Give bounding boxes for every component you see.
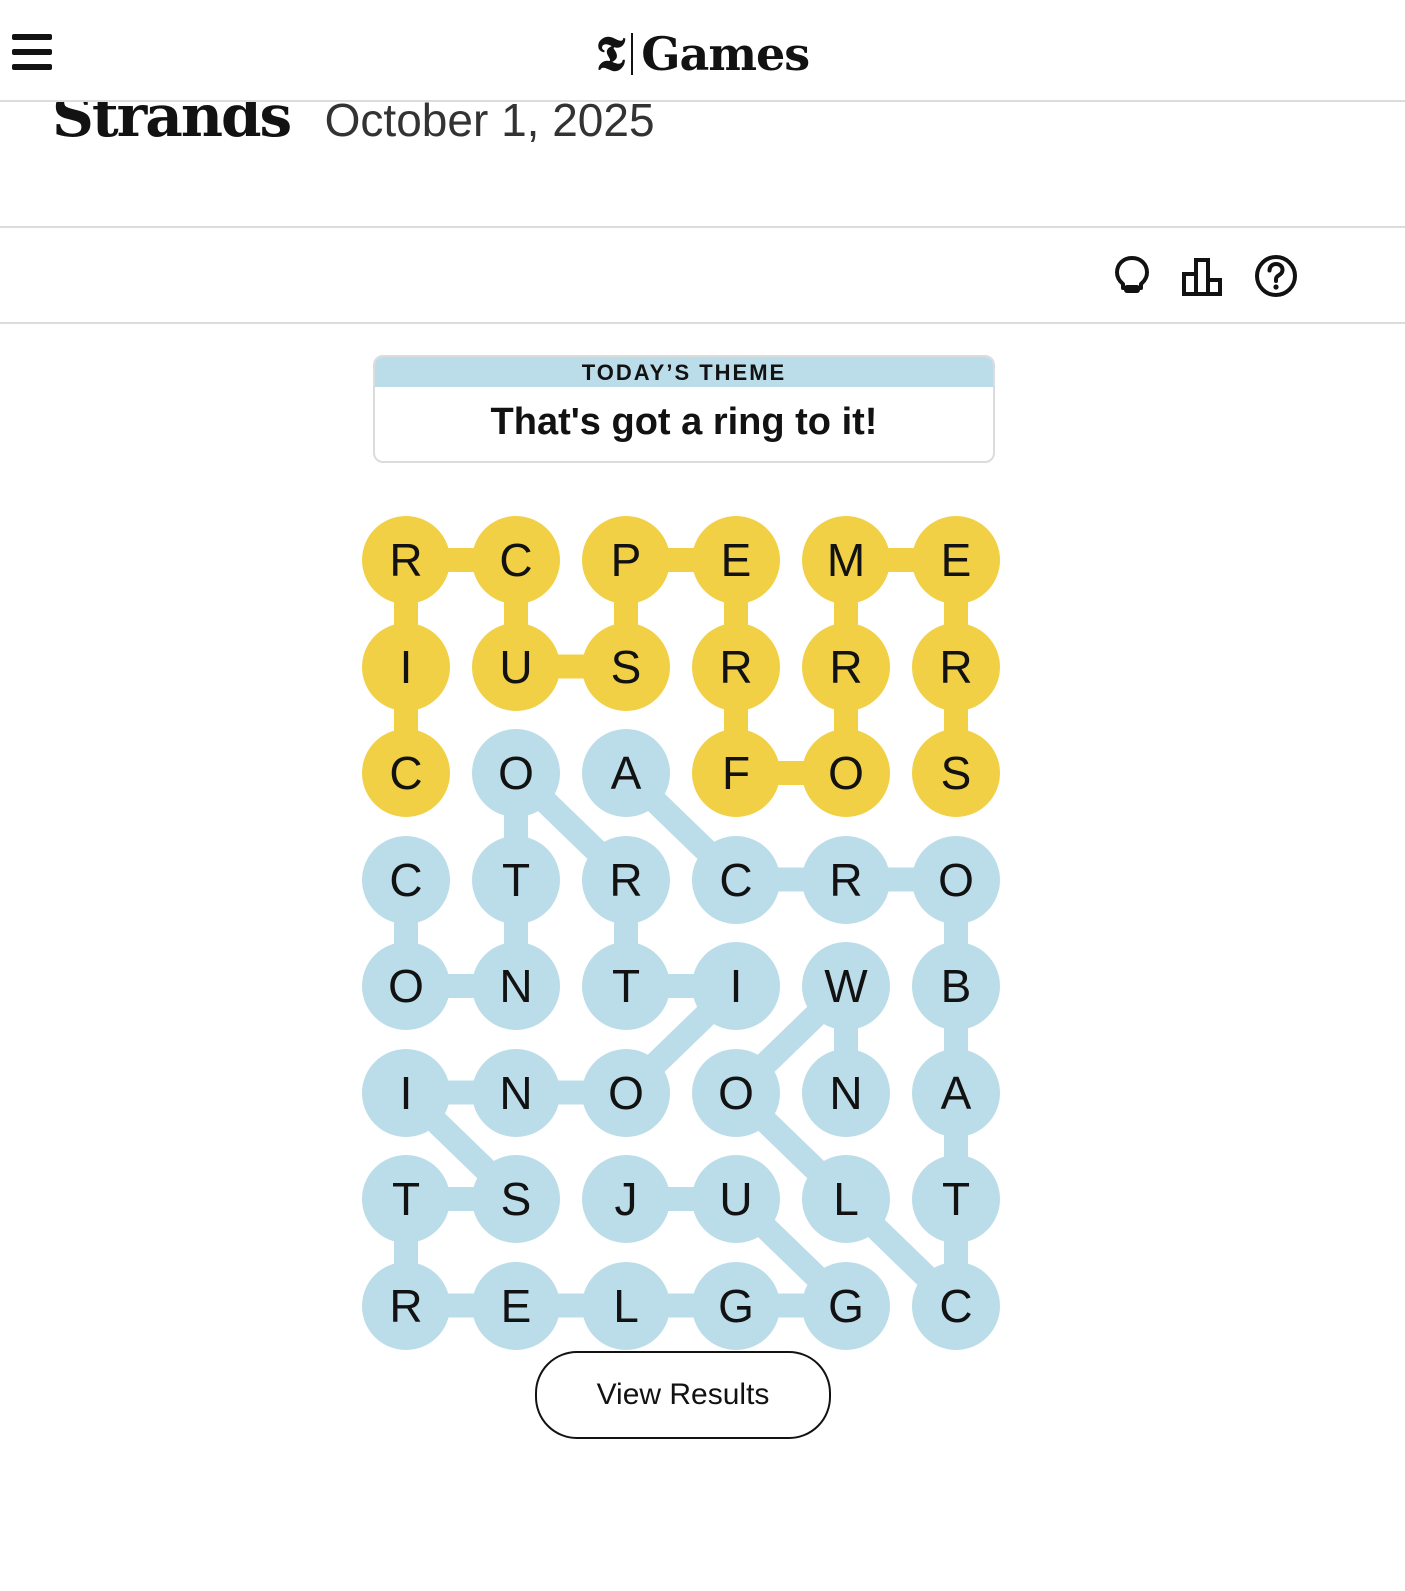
letter-cell[interactable]: U [692, 1155, 780, 1243]
theme-label: TODAY’S THEME [375, 357, 993, 387]
letter-cell[interactable]: C [692, 835, 780, 924]
letter-cell[interactable]: R [362, 516, 450, 604]
nyt-games-logo[interactable]: 𝕿 Games [0, 26, 1405, 82]
letter-cell[interactable]: S [912, 729, 1000, 817]
letter-cell[interactable]: T [912, 1155, 1000, 1243]
logo-divider [631, 33, 634, 75]
letter-cell[interactable]: I [362, 1048, 450, 1137]
letter-cell[interactable]: N [472, 1048, 560, 1137]
letter-cell[interactable]: N [802, 1048, 890, 1137]
letter-cell[interactable]: E [912, 516, 1000, 604]
divider-line [0, 226, 1405, 228]
letter-cell[interactable]: O [692, 1048, 780, 1137]
letter-cell[interactable]: O [802, 729, 890, 817]
letter-cell[interactable]: C [472, 516, 560, 604]
nyt-logo-mark: 𝕿 [595, 26, 626, 82]
letter-cell[interactable]: R [912, 622, 1000, 711]
letter-cell[interactable]: C [912, 1261, 1000, 1350]
help-question-icon[interactable] [1252, 252, 1300, 300]
top-nav-bar: 𝕿 Games [0, 0, 1405, 102]
letter-cell[interactable]: T [582, 942, 670, 1030]
letter-cell[interactable]: F [692, 729, 780, 817]
stats-podium-icon[interactable] [1180, 252, 1228, 300]
letter-cell[interactable]: U [472, 622, 560, 711]
letter-cell[interactable]: E [692, 516, 780, 604]
letter-cell[interactable]: R [692, 622, 780, 711]
letter-cell[interactable]: C [362, 729, 450, 817]
letter-cell[interactable]: I [362, 622, 450, 711]
letter-cell[interactable]: E [472, 1261, 560, 1350]
letter-cell[interactable]: G [692, 1261, 780, 1350]
letter-cell[interactable]: W [802, 942, 890, 1030]
letter-cell[interactable]: C [362, 835, 450, 924]
hint-lightbulb-icon[interactable] [1108, 252, 1156, 300]
letter-cell[interactable]: P [582, 516, 670, 604]
letter-cell[interactable]: B [912, 942, 1000, 1030]
divider-line [0, 322, 1405, 324]
letter-cell[interactable]: T [362, 1155, 450, 1243]
letter-cell[interactable]: A [582, 729, 670, 817]
letter-cell[interactable]: G [802, 1261, 890, 1350]
letter-cell[interactable]: S [582, 622, 670, 711]
letter-cell[interactable]: O [582, 1048, 670, 1137]
letter-cell[interactable]: N [472, 942, 560, 1030]
theme-text: That's got a ring to it! [490, 401, 878, 443]
letter-cell[interactable]: I [692, 942, 780, 1030]
letter-cell[interactable]: R [802, 835, 890, 924]
letter-cell[interactable]: L [582, 1261, 670, 1350]
letter-cell[interactable]: R [802, 622, 890, 711]
letter-cell[interactable]: R [362, 1261, 450, 1350]
letter-cell[interactable]: L [802, 1155, 890, 1243]
letter-cell[interactable]: J [582, 1155, 670, 1243]
letter-cell[interactable]: T [472, 835, 560, 924]
letter-cell[interactable]: R [582, 835, 670, 924]
theme-card: TODAY’S THEME That's got a ring to it! [373, 355, 995, 463]
letter-cell[interactable]: O [362, 942, 450, 1030]
letter-cell[interactable]: A [912, 1048, 1000, 1137]
letter-cell[interactable]: M [802, 516, 890, 604]
letter-cell[interactable]: O [912, 835, 1000, 924]
letter-cell[interactable]: O [472, 729, 560, 817]
letter-cell[interactable]: S [472, 1155, 560, 1243]
games-wordmark: Games [641, 27, 810, 81]
view-results-button[interactable]: View Results [535, 1351, 831, 1439]
